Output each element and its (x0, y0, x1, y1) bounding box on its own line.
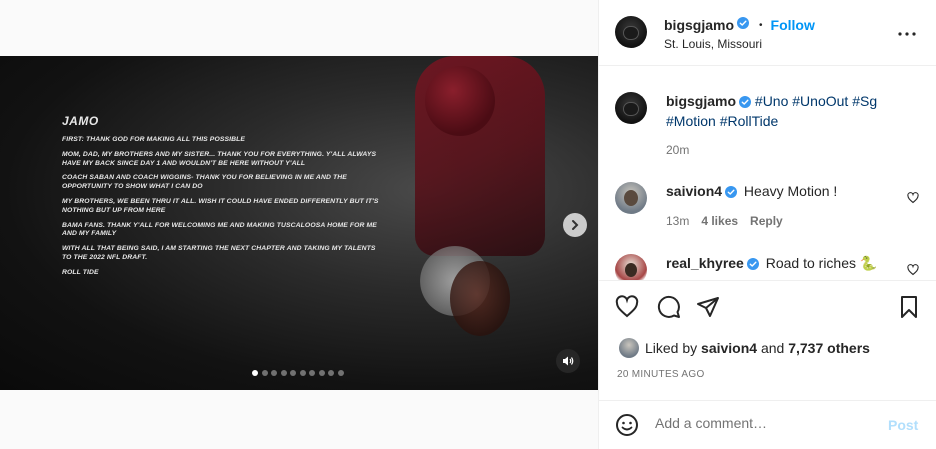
letter-paragraph: BAMA FANS. THANK Y'ALL FOR WELCOMING ME … (62, 221, 377, 238)
sound-toggle-button[interactable] (556, 349, 580, 373)
carousel-dot (290, 370, 296, 376)
comment-text: saivion4 Heavy Motion ! (666, 182, 837, 202)
avatar-face (625, 263, 637, 277)
comment-icon[interactable] (657, 295, 681, 319)
post-media[interactable]: JAMO FIRST: THANK GOD FOR MAKING ALL THI… (0, 56, 598, 390)
post-header: bigsgjamo • Follow St. Louis, Missouri (599, 0, 936, 66)
comment-time: 13m (666, 214, 690, 228)
verified-badge-icon (746, 256, 759, 274)
avatar[interactable] (615, 16, 647, 48)
author-line: bigsgjamo • Follow (664, 16, 815, 34)
caption-time: 20m (666, 143, 690, 157)
carousel-dot (337, 370, 344, 376)
post-viewer: JAMO FIRST: THANK GOD FOR MAKING ALL THI… (0, 0, 936, 449)
hashtag-link[interactable]: #Uno (755, 93, 788, 109)
letter-paragraph: ROLL TIDE (62, 268, 99, 276)
verified-badge-icon (725, 184, 738, 202)
hashtag-link[interactable]: #RollTide (720, 113, 779, 129)
caption-author[interactable]: bigsgjamo (666, 93, 736, 109)
comment-author[interactable]: real_khyree (666, 255, 744, 271)
follow-button[interactable]: Follow (771, 17, 815, 33)
letter-paragraph: MY BROTHERS, WE BEEN THRU IT ALL. WISH I… (62, 197, 379, 214)
comment-meta: 13m 4 likes Reply (666, 214, 783, 228)
more-horizontal-icon (898, 32, 916, 36)
player-image (395, 56, 575, 390)
carousel-dot (261, 370, 268, 376)
heart-icon[interactable] (907, 264, 919, 276)
carousel-dot (252, 370, 258, 376)
comment-body: Road to riches 🐍 (765, 255, 878, 271)
hashtag-link[interactable]: #UnoOut (792, 93, 848, 109)
separator-dot: • (759, 19, 763, 31)
send-icon[interactable] (696, 295, 720, 319)
comment-body: Heavy Motion ! (743, 183, 838, 199)
avatar[interactable] (615, 182, 647, 214)
liked-by-user[interactable]: saivion4 (701, 340, 757, 356)
comment-item: real_khyree Road to riches 🐍 (599, 246, 936, 280)
carousel-dot (280, 370, 287, 376)
comment-author[interactable]: saivion4 (666, 183, 722, 199)
comments-list[interactable]: bigsgjamo #Uno #UnoOut #Sg #Motion #Roll… (599, 66, 936, 280)
post-comment-button[interactable]: Post (888, 417, 918, 433)
hashtag-link[interactable]: #Motion (666, 113, 716, 129)
verified-badge-icon (739, 94, 752, 112)
comment-likes[interactable]: 4 likes (701, 214, 738, 228)
reply-button[interactable]: Reply (750, 214, 783, 228)
likes-summary: Liked by saivion4 and 7,737 others (619, 338, 870, 358)
liked-by-prefix: Liked by (645, 340, 698, 356)
caption-text: bigsgjamo #Uno #UnoOut #Sg #Motion #Roll… (666, 92, 906, 130)
football-shape (450, 261, 510, 336)
carousel-dot (309, 370, 315, 376)
speaker-icon (563, 356, 574, 366)
carousel-dot (299, 370, 306, 376)
helmet-shape (425, 66, 495, 136)
emoji-icon[interactable] (615, 413, 639, 437)
hashtag-link[interactable]: #Sg (852, 93, 877, 109)
bookmark-icon[interactable] (897, 295, 921, 319)
letter-paragraph: WITH ALL THAT BEING SAID, I AM STARTING … (62, 245, 376, 261)
author-username[interactable]: bigsgjamo (664, 17, 734, 33)
post-location[interactable]: St. Louis, Missouri (664, 37, 762, 51)
carousel-dot (318, 370, 325, 376)
avatar[interactable] (615, 92, 647, 124)
comment-composer: Post (599, 400, 936, 449)
heart-icon[interactable] (615, 295, 639, 319)
comment-item: saivion4 Heavy Motion ! 13m 4 likes Repl… (599, 174, 936, 234)
heart-icon[interactable] (907, 192, 919, 204)
letter-title: JAMO (62, 114, 99, 128)
farewell-letter: JAMO FIRST: THANK GOD FOR MAKING ALL THI… (62, 114, 382, 284)
avatar[interactable] (619, 338, 639, 358)
carousel-dot (328, 370, 334, 376)
avatar-face (624, 190, 638, 206)
likes-count[interactable]: 7,737 others (788, 340, 870, 356)
post-actions: Liked by saivion4 and 7,737 others 20 MI… (599, 280, 936, 400)
next-slide-button[interactable] (563, 213, 587, 237)
verified-badge-icon (737, 16, 750, 34)
comment-input[interactable] (655, 415, 875, 431)
carousel-dot (271, 370, 277, 376)
comment-text: real_khyree Road to riches 🐍 (666, 254, 877, 274)
post-timestamp[interactable]: 20 MINUTES AGO (617, 369, 705, 380)
carousel-indicator (252, 370, 344, 376)
chevron-right-icon (572, 220, 579, 230)
letter-paragraph: COACH SABAN AND COACH WIGGINS- THANK YOU… (62, 174, 347, 191)
avatar-face (623, 101, 639, 116)
letter-paragraph: MOM, DAD, MY BROTHERS AND MY SISTER... T… (62, 150, 377, 167)
more-options-button[interactable] (897, 24, 917, 44)
avatar-face (623, 25, 639, 40)
avatar[interactable] (615, 254, 647, 280)
letter-paragraph: FIRST: THANK GOD FOR MAKING ALL THIS POS… (62, 136, 245, 143)
liked-by-conj: and (760, 340, 785, 356)
post-sidebar: bigsgjamo • Follow St. Louis, Missouri b… (598, 0, 936, 449)
